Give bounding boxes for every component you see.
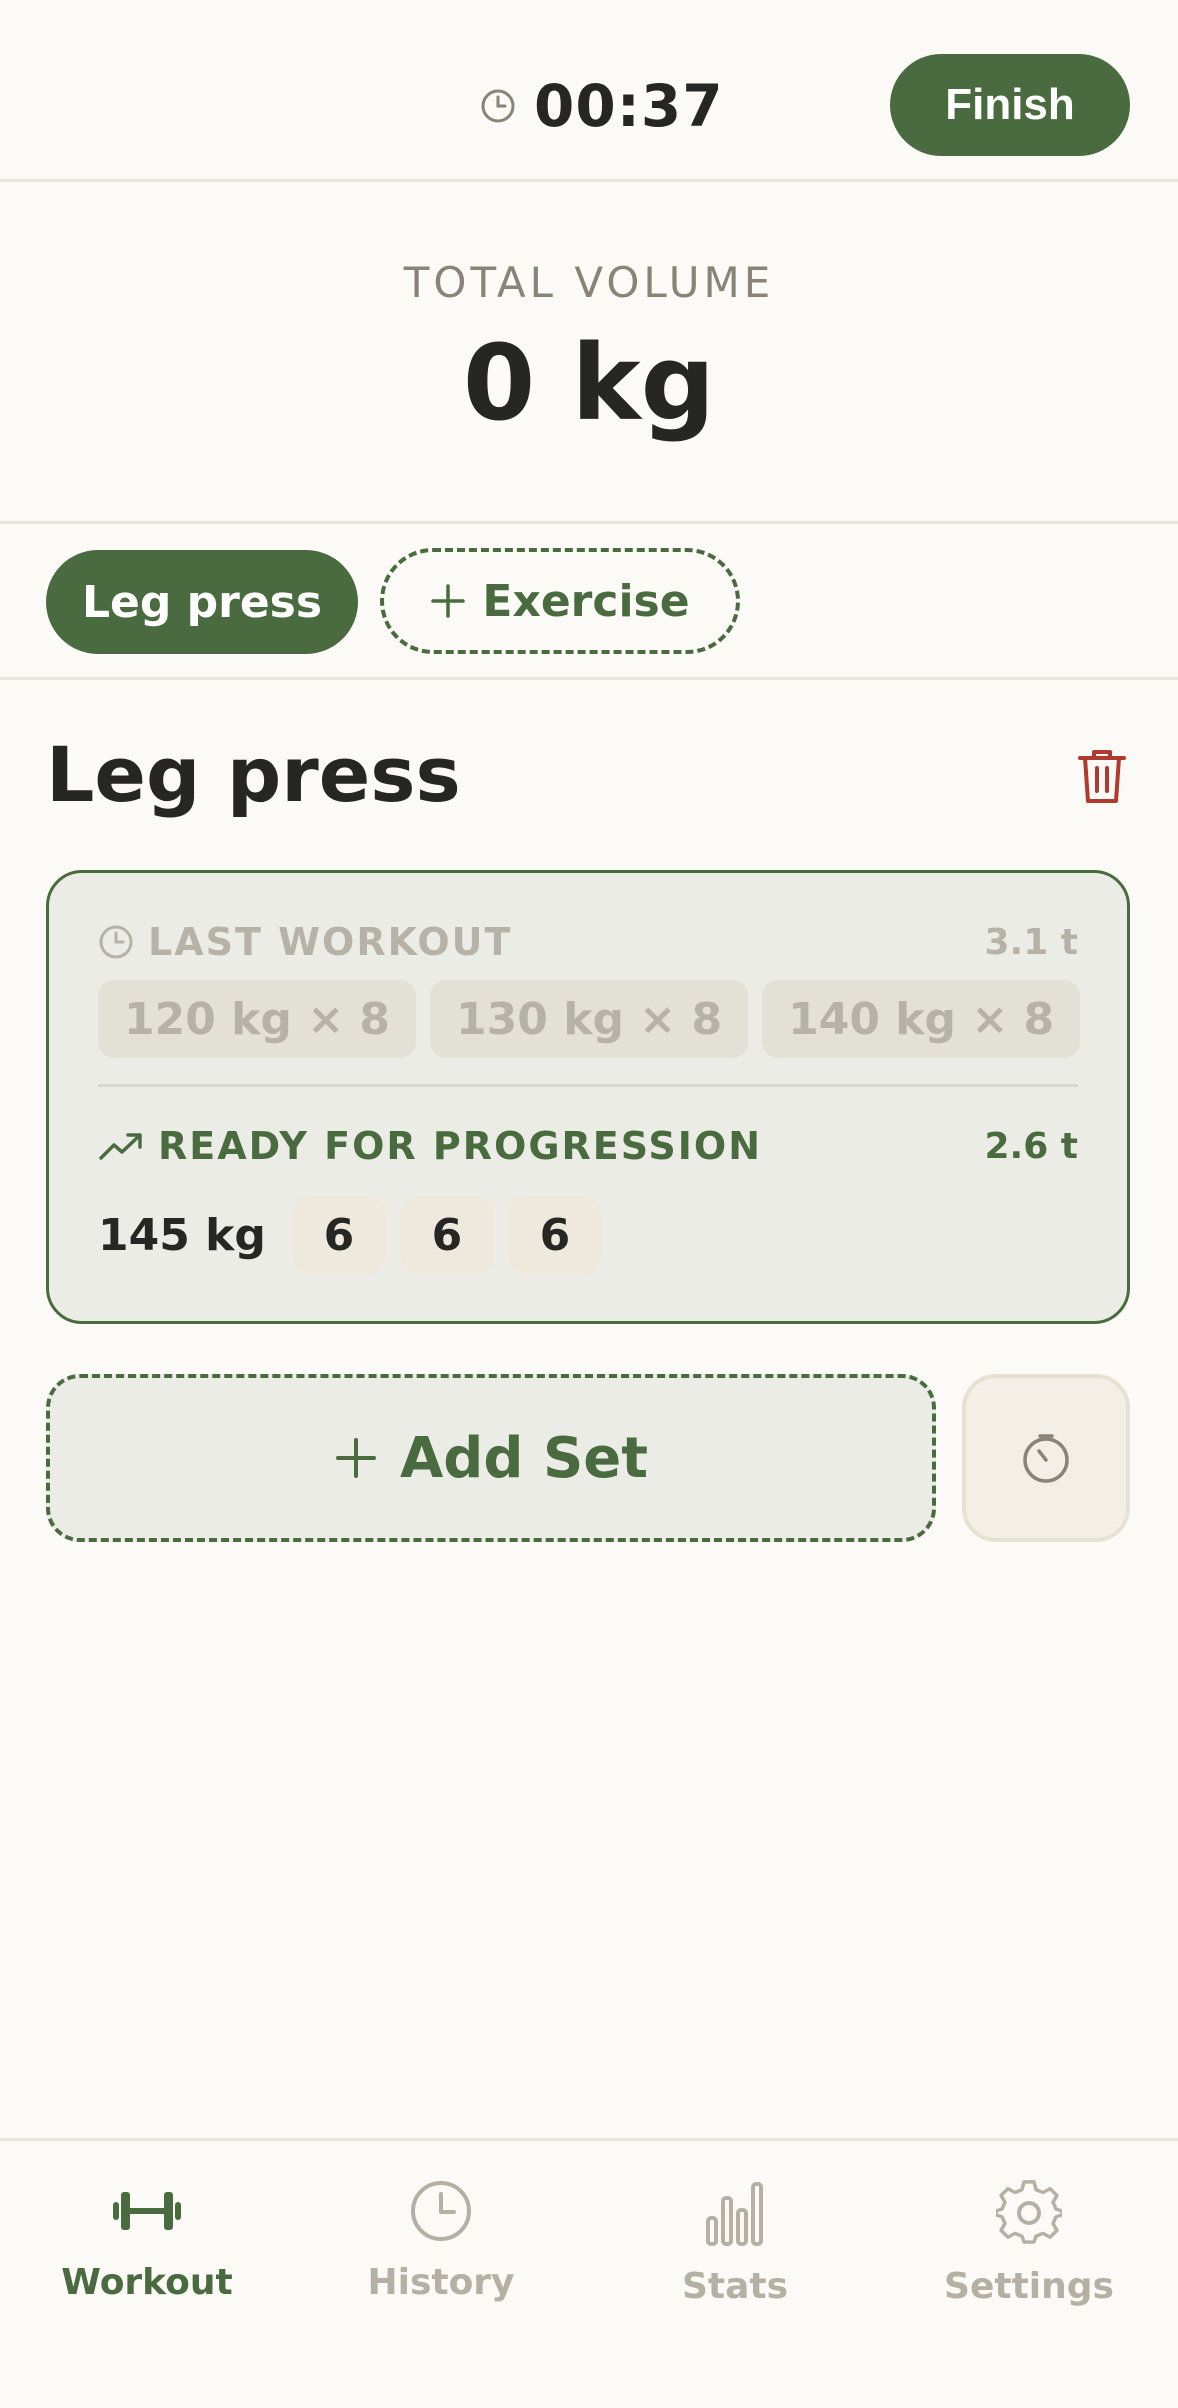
suggested-reps-chip: 6 [399, 1196, 494, 1274]
suggested-reps-chip: 6 [291, 1196, 386, 1274]
last-workout-label: LAST WORKOUT [148, 920, 513, 964]
stopwatch-icon [1019, 1431, 1073, 1485]
nav-stats-label: Stats [681, 2266, 789, 2307]
progression-label: READY FOR PROGRESSION [158, 1124, 763, 1168]
add-set-label: Add Set [399, 1425, 649, 1491]
trash-icon[interactable] [1074, 746, 1130, 806]
progression-total: 2.6 t [984, 1126, 1078, 1167]
nav-stats[interactable]: Stats [588, 2180, 882, 2307]
last-workout-total: 3.1 t [984, 922, 1078, 963]
clock-icon [98, 924, 134, 960]
clock-icon [480, 88, 516, 124]
progression-suggestion: 145 kg 6 6 6 [98, 1196, 602, 1274]
clock-icon [410, 2180, 472, 2242]
gear-icon [996, 2180, 1062, 2246]
workout-timer: 00:37 [480, 66, 724, 146]
tab-leg-press[interactable]: Leg press [46, 550, 358, 654]
exercise-title: Leg press [46, 730, 461, 819]
plus-icon [334, 1436, 378, 1480]
nav-history-label: History [367, 2262, 515, 2303]
previous-set-chip: 130 kg × 8 [430, 980, 749, 1058]
suggested-weight: 145 kg [98, 1209, 266, 1261]
finish-button[interactable]: Finish [890, 54, 1130, 156]
add-set-button[interactable]: Add Set [46, 1374, 936, 1542]
timer-value: 00:37 [534, 72, 724, 140]
bar-chart-icon [704, 2180, 766, 2246]
total-volume-label: TOTAL VOLUME [403, 258, 775, 307]
previous-set-chip: 140 kg × 8 [762, 980, 1081, 1058]
add-exercise-button[interactable]: Exercise [380, 548, 740, 654]
progression-header: READY FOR PROGRESSION [98, 1124, 762, 1168]
nav-settings-label: Settings [944, 2266, 1114, 2307]
rest-timer-button[interactable] [962, 1374, 1130, 1542]
dumbbell-icon [109, 2180, 185, 2242]
card-divider [98, 1084, 1078, 1087]
nav-workout[interactable]: Workout [0, 2180, 294, 2303]
previous-set-chip: 120 kg × 8 [98, 980, 417, 1058]
last-workout-header: LAST WORKOUT [98, 920, 512, 964]
nav-settings[interactable]: Settings [882, 2180, 1176, 2307]
last-workout-sets: 120 kg × 8 130 kg × 8 140 kg × 8 [98, 980, 1081, 1058]
suggested-reps-chip: 6 [507, 1196, 602, 1274]
nav-history[interactable]: History [294, 2180, 588, 2303]
nav-workout-label: Workout [61, 2262, 233, 2303]
total-volume-value: 0 kg [462, 322, 716, 444]
trending-up-icon [98, 1130, 144, 1162]
plus-icon [430, 583, 466, 619]
add-exercise-label: Exercise [482, 575, 690, 627]
